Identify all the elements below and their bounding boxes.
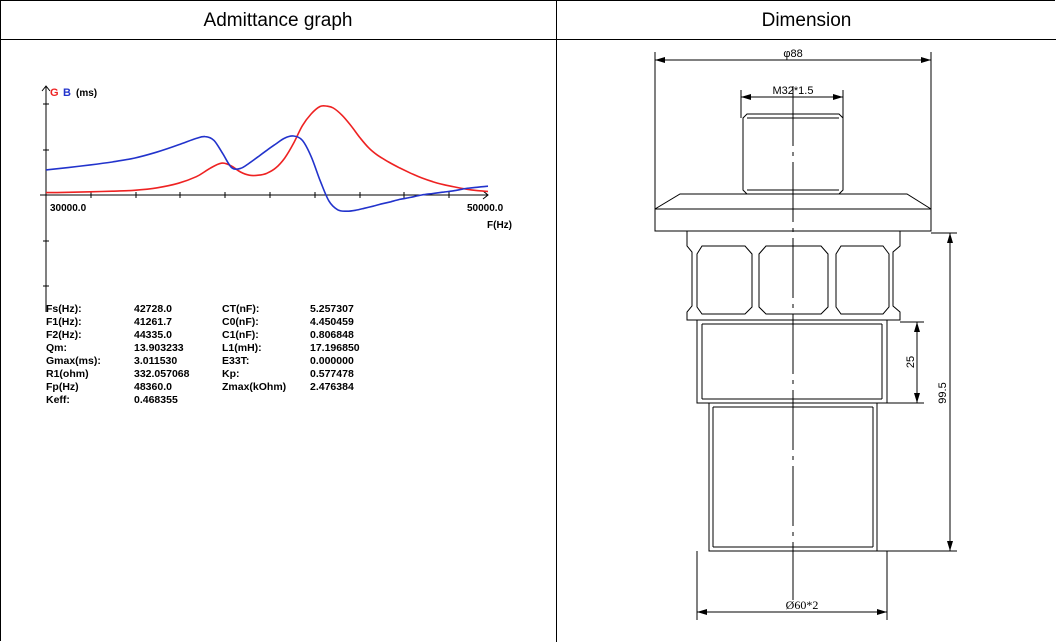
- hex-face: [696, 245, 753, 315]
- param-value: 332.057068: [134, 368, 190, 380]
- parameter-table: Fs(Hz): 42728.0 F1(Hz): 41261.7 F2(Hz): …: [46, 303, 360, 406]
- param-value: 0.000000: [310, 355, 354, 367]
- dim-label-bottom-width: Ø60*2: [786, 598, 819, 612]
- admittance-graph-header: Admittance graph: [203, 10, 353, 31]
- param-label: R1(ohm): [46, 368, 89, 380]
- param-value: 42728.0: [134, 303, 172, 315]
- param-label: Zmax(kOhm): [222, 381, 286, 393]
- hex-face: [835, 245, 890, 315]
- dimension-drawing: φ88 M32*1.5 25 99.5 Ø60*2: [654, 48, 957, 620]
- legend-unit: (ms): [76, 88, 97, 99]
- x-axis-label: F(Hz): [487, 220, 512, 231]
- param-label: C1(nF):: [222, 329, 259, 341]
- legend-b: B: [63, 87, 71, 99]
- param-label: Fp(Hz): [46, 381, 79, 393]
- param-value: 44335.0: [134, 329, 172, 341]
- admittance-chart: G B (ms) 30000.0 50000.0 F(Hz) Fs(Hz): 4…: [40, 85, 512, 406]
- param-value: 4.450459: [310, 316, 354, 328]
- series-g-line: [45, 104, 489, 194]
- param-value: 3.011530: [134, 355, 177, 367]
- dim-label-99-5: 99.5: [937, 382, 949, 403]
- param-value: 0.806848: [310, 329, 354, 341]
- param-label: L1(mH):: [222, 342, 262, 354]
- thread-section: [696, 319, 888, 404]
- param-value: 48360.0: [134, 381, 172, 393]
- param-value: 5.257307: [310, 303, 354, 315]
- param-value: 0.577478: [310, 368, 354, 380]
- param-label: C0(nF):: [222, 316, 259, 328]
- dimension-lines: [654, 52, 957, 620]
- param-label: Qm:: [46, 342, 67, 354]
- param-label: Gmax(ms):: [46, 355, 101, 367]
- param-value: 17.196850: [310, 342, 360, 354]
- param-label: Fs(Hz):: [46, 303, 82, 315]
- dim-label-thread: M32*1.5: [773, 85, 814, 97]
- param-label: F1(Hz):: [46, 316, 82, 328]
- param-label: Kp:: [222, 368, 240, 380]
- param-label: F2(Hz):: [46, 329, 82, 341]
- param-value: 13.903233: [134, 342, 184, 354]
- dimension-header: Dimension: [761, 10, 852, 31]
- x-tick-label-start: 30000.0: [50, 203, 87, 214]
- param-label: Keff:: [46, 394, 70, 406]
- legend-g: G: [50, 87, 59, 99]
- param-label: E33T:: [222, 355, 249, 367]
- x-tick-label-end: 50000.0: [467, 203, 504, 214]
- param-label: CT(nF):: [222, 303, 259, 315]
- param-value: 2.476384: [310, 381, 354, 393]
- param-value: 0.468355: [134, 394, 178, 406]
- dim-label-top-width: φ88: [783, 48, 802, 60]
- param-value: 41261.7: [134, 316, 172, 328]
- dim-label-25: 25: [905, 356, 917, 368]
